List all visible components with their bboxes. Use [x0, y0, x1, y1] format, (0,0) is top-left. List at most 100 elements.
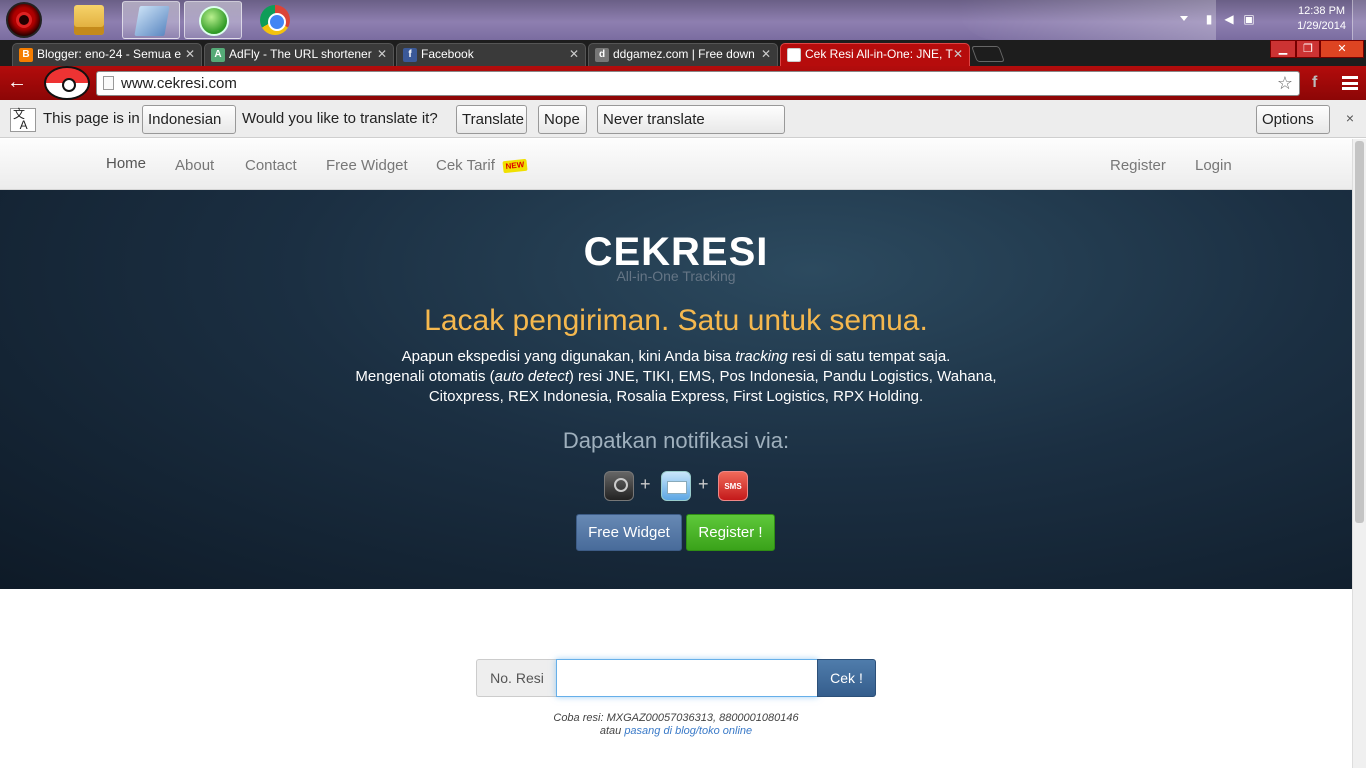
- site-navbar: Home About Contact Free Widget Cek Tarif…: [0, 139, 1352, 190]
- tab-cekresi[interactable]: Cek Resi All-in-One: JNE, T ✕: [780, 43, 970, 66]
- register-button[interactable]: Register !: [686, 514, 775, 551]
- page-icon: [103, 76, 114, 90]
- tab-adfly[interactable]: A AdFly - The URL shortener ✕: [204, 43, 394, 66]
- tab-blogger[interactable]: B Blogger: eno-24 - Semua e ✕: [12, 43, 202, 66]
- tab-label: ddgamez.com | Free down: [613, 47, 755, 61]
- nav-register[interactable]: Register: [1110, 157, 1166, 174]
- battery-icon[interactable]: ▮: [1202, 12, 1216, 26]
- desc-line-1: Apapun ekspedisi yang digunakan, kini An…: [0, 347, 1352, 367]
- desc-emphasis: auto detect: [494, 368, 569, 385]
- pokeball-theme-icon: [44, 66, 90, 100]
- hero-section: CEKRESI All-in-One Tracking Lacak pengir…: [0, 190, 1352, 589]
- close-infobar-icon[interactable]: ×: [1346, 110, 1354, 126]
- new-badge: NEW: [502, 158, 528, 174]
- bookmark-star-icon[interactable]: ☆: [1277, 72, 1293, 95]
- tab-facebook[interactable]: f Facebook ✕: [396, 43, 586, 66]
- taskbar-chrome-button[interactable]: [246, 1, 304, 39]
- restore-button[interactable]: ❐: [1296, 40, 1320, 58]
- desc-line-2: Mengenali otomatis (auto detect) resi JN…: [0, 367, 1352, 387]
- windows-taskbar: ▮ ◀ ▣ 12:38 PM 1/29/2014: [0, 0, 1366, 40]
- folder-icon: [74, 5, 104, 35]
- tab-close-icon[interactable]: ✕: [185, 44, 195, 65]
- tab-label: Blogger: eno-24 - Semua e: [37, 47, 182, 61]
- tab-close-icon[interactable]: ✕: [953, 44, 963, 65]
- taskbar-green-app-button[interactable]: [184, 1, 242, 39]
- nav-login[interactable]: Login: [1195, 157, 1232, 174]
- new-tab-button[interactable]: [971, 46, 1005, 62]
- desc-emphasis: tracking: [735, 348, 788, 365]
- language-value: Indonesian: [148, 111, 222, 128]
- nav-contact[interactable]: Contact: [245, 157, 297, 174]
- blogger-icon: B: [19, 48, 33, 62]
- page-icon: [787, 48, 801, 62]
- page-viewport: Home About Contact Free Widget Cek Tarif…: [0, 139, 1352, 768]
- hero-headline: Lacak pengiriman. Satu untuk semua.: [424, 304, 928, 337]
- hint-or: atau: [599, 725, 625, 737]
- translate-infobar: 文 A This page is in Indonesian ▼ Would y…: [0, 100, 1366, 155]
- ddgamez-icon: d: [595, 48, 609, 62]
- clock-time: 12:38 PM: [1297, 5, 1346, 17]
- chrome-menu-icon[interactable]: [1342, 76, 1358, 90]
- options-label: Options: [1262, 111, 1314, 128]
- network-icon[interactable]: ▣: [1242, 12, 1256, 26]
- start-button[interactable]: [6, 2, 42, 38]
- resi-label-addon: No. Resi: [476, 659, 557, 697]
- chrome-icon: [260, 5, 290, 35]
- tab-label: AdFly - The URL shortener: [229, 47, 372, 61]
- nope-button[interactable]: Nope: [538, 105, 587, 134]
- close-window-button[interactable]: ✕: [1320, 40, 1364, 58]
- desc-text: Apapun ekspedisi yang digunakan, kini An…: [401, 348, 736, 365]
- facebook-extension-icon[interactable]: f: [1312, 74, 1328, 92]
- tab-label: Facebook: [421, 47, 474, 61]
- notification-icons: + + SMS: [603, 471, 753, 501]
- show-desktop-button[interactable]: [1352, 0, 1366, 40]
- resi-input[interactable]: [556, 659, 818, 697]
- nav-cek-tarif[interactable]: Cek Tarif: [436, 157, 495, 174]
- page-scrollbar[interactable]: [1352, 139, 1366, 768]
- url-text: www.cekresi.com: [121, 75, 237, 92]
- nav-home[interactable]: Home: [106, 155, 146, 172]
- address-bar[interactable]: www.cekresi.com ☆: [96, 71, 1300, 96]
- widget-icon: [604, 471, 634, 501]
- facebook-icon: f: [403, 48, 417, 62]
- sms-icon: SMS: [718, 471, 748, 501]
- show-hidden-icons-icon[interactable]: [1180, 16, 1188, 21]
- email-icon: [661, 471, 691, 501]
- never-translate-button[interactable]: Never translate Indonesian: [597, 105, 785, 155]
- nav-free-widget[interactable]: Free Widget: [326, 157, 408, 174]
- clock-date: 1/29/2014: [1297, 20, 1346, 32]
- tab-strip: B Blogger: eno-24 - Semua e ✕ A AdFly - …: [0, 40, 1366, 66]
- desc-text: ) resi JNE, TIKI, EMS, Pos Indonesia, Pa…: [568, 368, 997, 385]
- taskbar-explorer-button[interactable]: [60, 1, 118, 39]
- translate-button[interactable]: Translate: [456, 105, 527, 134]
- notify-label: Dapatkan notifikasi via:: [562, 428, 790, 453]
- free-widget-button[interactable]: Free Widget: [576, 514, 682, 551]
- resi-search-form: No. Resi Cek !: [476, 659, 876, 697]
- back-button[interactable]: ←: [5, 72, 29, 94]
- translate-icon: 文 A: [10, 108, 36, 132]
- plus-sign: +: [640, 474, 651, 494]
- minimize-button[interactable]: ▁: [1270, 40, 1296, 58]
- volume-icon[interactable]: ◀: [1222, 12, 1236, 26]
- tab-close-icon[interactable]: ✕: [761, 44, 771, 65]
- tab-ddgamez[interactable]: d ddgamez.com | Free down ✕: [588, 43, 778, 66]
- nav-about[interactable]: About: [175, 157, 214, 174]
- scrollbar-thumb[interactable]: [1355, 141, 1364, 523]
- tab-close-icon[interactable]: ✕: [569, 44, 579, 65]
- clock[interactable]: 12:38 PM 1/29/2014: [1297, 4, 1346, 34]
- tab-close-icon[interactable]: ✕: [377, 44, 387, 65]
- cek-button[interactable]: Cek !: [817, 659, 876, 697]
- translate-question: Would you like to translate it?: [242, 110, 438, 127]
- translate-prefix: This page is in: [43, 110, 140, 127]
- adfly-icon: A: [211, 48, 225, 62]
- install-widget-link[interactable]: pasang di blog/toko online: [624, 725, 752, 737]
- desc-line-3: Citoxpress, REX Indonesia, Rosalia Expre…: [428, 388, 924, 405]
- install-hint: atau pasang di blog/toko online: [0, 725, 1352, 737]
- green-app-icon: [199, 6, 229, 36]
- plus-sign: +: [698, 474, 709, 494]
- taskbar-computer-button[interactable]: [122, 1, 180, 39]
- brand-tagline: All-in-One Tracking: [616, 268, 736, 284]
- system-tray: ▮ ◀ ▣ 12:38 PM 1/29/2014: [1166, 0, 1366, 40]
- language-select[interactable]: Indonesian ▼: [142, 105, 236, 153]
- options-button[interactable]: Options ▼: [1256, 105, 1330, 153]
